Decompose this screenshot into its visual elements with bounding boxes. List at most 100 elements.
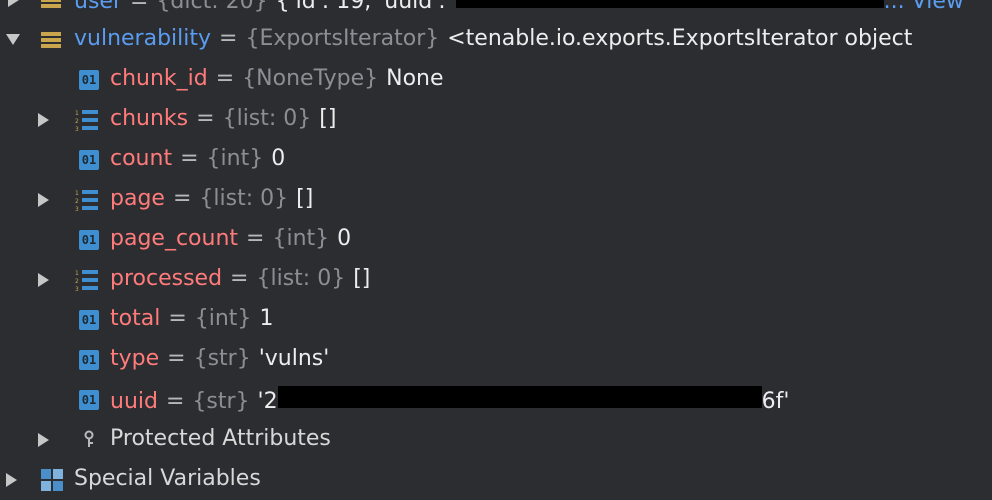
expand-arrow-icon[interactable] <box>8 0 19 7</box>
variable-entry: page = {list: 0} [] <box>110 186 313 211</box>
view-link[interactable]: ... View <box>884 0 964 14</box>
variable-entry: processed = {list: 0} [] <box>110 266 370 291</box>
variable-name: page_count <box>110 226 239 251</box>
key-icon <box>80 429 98 451</box>
variable-value: [] <box>319 106 337 131</box>
variable-type: {NoneType} <box>242 66 379 91</box>
variable-row-chunks[interactable]: 1 2 3 chunks = {list: 0} [] <box>0 100 992 140</box>
equals-sign: = <box>180 146 199 171</box>
protected-attributes-row[interactable]: Protected Attributes <box>0 420 992 460</box>
object-icon <box>40 0 62 11</box>
group-label: Special Variables <box>74 466 261 491</box>
variable-value: 0 <box>337 226 352 251</box>
variable-entry: total = {int} 1 <box>110 306 273 331</box>
equals-sign: = <box>167 346 186 371</box>
equals-sign: = <box>130 0 149 14</box>
svg-text:1: 1 <box>75 110 79 117</box>
variable-row-page[interactable]: 1 2 3 page = {list: 0} [] <box>0 180 992 220</box>
equals-sign: = <box>168 306 187 331</box>
variable-type: {int} <box>194 306 252 331</box>
variable-row-user[interactable]: user = {dict: 20} {'id': 19, 'uuid': ...… <box>0 0 992 20</box>
equals-sign: = <box>215 66 235 91</box>
special-variables-row[interactable]: Special Variables <box>0 460 992 500</box>
variable-entry: vulnerability = {ExportsIterator} <tenab… <box>74 26 912 51</box>
expand-arrow-icon[interactable] <box>6 473 17 487</box>
variable-row-vulnerability[interactable]: vulnerability = {ExportsIterator} <tenab… <box>0 20 992 60</box>
list-icon: 1 2 3 <box>75 188 99 212</box>
special-variables-icon <box>40 468 64 492</box>
svg-text:3: 3 <box>75 286 79 292</box>
value-01-icon: 01 <box>79 350 99 370</box>
variable-row-type[interactable]: 01 type = {str} 'vulns' <box>0 340 992 380</box>
variable-value: {'id': 19, 'uuid': <box>275 0 446 14</box>
value-01-icon: 01 <box>79 310 99 330</box>
variable-value-start: '2 <box>257 389 278 414</box>
variable-entry: uuid = {str} '2 6f' <box>110 386 789 414</box>
equals-sign: = <box>219 26 238 51</box>
value-01-icon: 01 <box>79 230 99 250</box>
svg-text:3: 3 <box>75 126 79 132</box>
variable-name: total <box>110 306 161 331</box>
variable-value: [] <box>353 266 371 291</box>
svg-text:1: 1 <box>75 270 79 277</box>
variable-name: chunks <box>110 106 189 131</box>
variable-type: {str} <box>192 389 250 414</box>
equals-sign: = <box>246 226 265 251</box>
variable-value: 0 <box>271 146 286 171</box>
svg-text:2: 2 <box>75 198 79 205</box>
collapse-arrow-icon[interactable] <box>6 34 20 45</box>
variable-type: {ExportsIterator} <box>245 26 440 51</box>
value-01-icon: 01 <box>79 150 99 170</box>
svg-text:3: 3 <box>75 206 79 212</box>
variable-name: uuid <box>110 389 158 414</box>
variable-type: {int} <box>272 226 330 251</box>
group-label: Protected Attributes <box>110 426 331 451</box>
svg-text:2: 2 <box>75 118 79 125</box>
variable-name: chunk_id <box>110 66 208 91</box>
variable-name: count <box>110 146 173 171</box>
variable-value: None <box>386 66 444 91</box>
equals-sign: = <box>165 389 185 414</box>
variable-type: {list: 0} <box>256 266 346 291</box>
variable-row-count[interactable]: 01 count = {int} 0 <box>0 140 992 180</box>
value-01-icon: 01 <box>79 390 99 410</box>
variable-value: [] <box>296 186 314 211</box>
variable-name: processed <box>110 266 223 291</box>
expand-arrow-icon[interactable] <box>38 193 49 207</box>
list-icon: 1 2 3 <box>75 268 99 292</box>
variable-value: <tenable.io.exports.ExportsIterator obje… <box>447 26 913 51</box>
variable-type: {str} <box>193 346 251 371</box>
variable-type: {list: 0} <box>222 106 312 131</box>
variable-type: {list: 0} <box>199 186 289 211</box>
svg-text:2: 2 <box>75 278 79 285</box>
equals-sign: = <box>172 186 192 211</box>
value-01-icon: 01 <box>79 70 99 90</box>
variable-row-processed[interactable]: 1 2 3 processed = {list: 0} [] <box>0 260 992 300</box>
equals-sign: = <box>196 106 215 131</box>
variable-entry: page_count = {int} 0 <box>110 226 351 251</box>
variable-type: {int} <box>206 146 264 171</box>
variable-name: type <box>110 346 160 371</box>
variable-type: {dict: 20} <box>156 0 268 14</box>
variable-value: 1 <box>259 306 274 331</box>
redaction-box <box>277 386 762 408</box>
variable-row-total[interactable]: 01 total = {int} 1 <box>0 300 992 340</box>
variable-row-chunk-id[interactable]: 01 chunk_id = {NoneType} None <box>0 60 992 100</box>
variable-row-page-count[interactable]: 01 page_count = {int} 0 <box>0 220 992 260</box>
expand-arrow-icon[interactable] <box>38 433 49 447</box>
variable-entry: type = {str} 'vulns' <box>110 346 329 371</box>
variable-value-end: 6f' <box>761 389 790 414</box>
special-variables-label: Special Variables <box>74 466 261 491</box>
object-icon <box>40 29 62 51</box>
variable-entry: user = {dict: 20} {'id': 19, 'uuid': ...… <box>74 0 964 14</box>
list-icon: 1 2 3 <box>75 108 99 132</box>
expand-arrow-icon[interactable] <box>38 113 49 127</box>
variable-entry: count = {int} 0 <box>110 146 285 171</box>
expand-arrow-icon[interactable] <box>38 273 49 287</box>
protected-attributes-label: Protected Attributes <box>110 426 331 451</box>
variable-name: user <box>74 0 122 14</box>
variable-value: 'vulns' <box>258 346 330 371</box>
equals-sign: = <box>230 266 249 291</box>
variable-row-uuid[interactable]: 01 uuid = {str} '2 6f' <box>0 380 992 420</box>
variable-entry: chunks = {list: 0} [] <box>110 106 336 131</box>
